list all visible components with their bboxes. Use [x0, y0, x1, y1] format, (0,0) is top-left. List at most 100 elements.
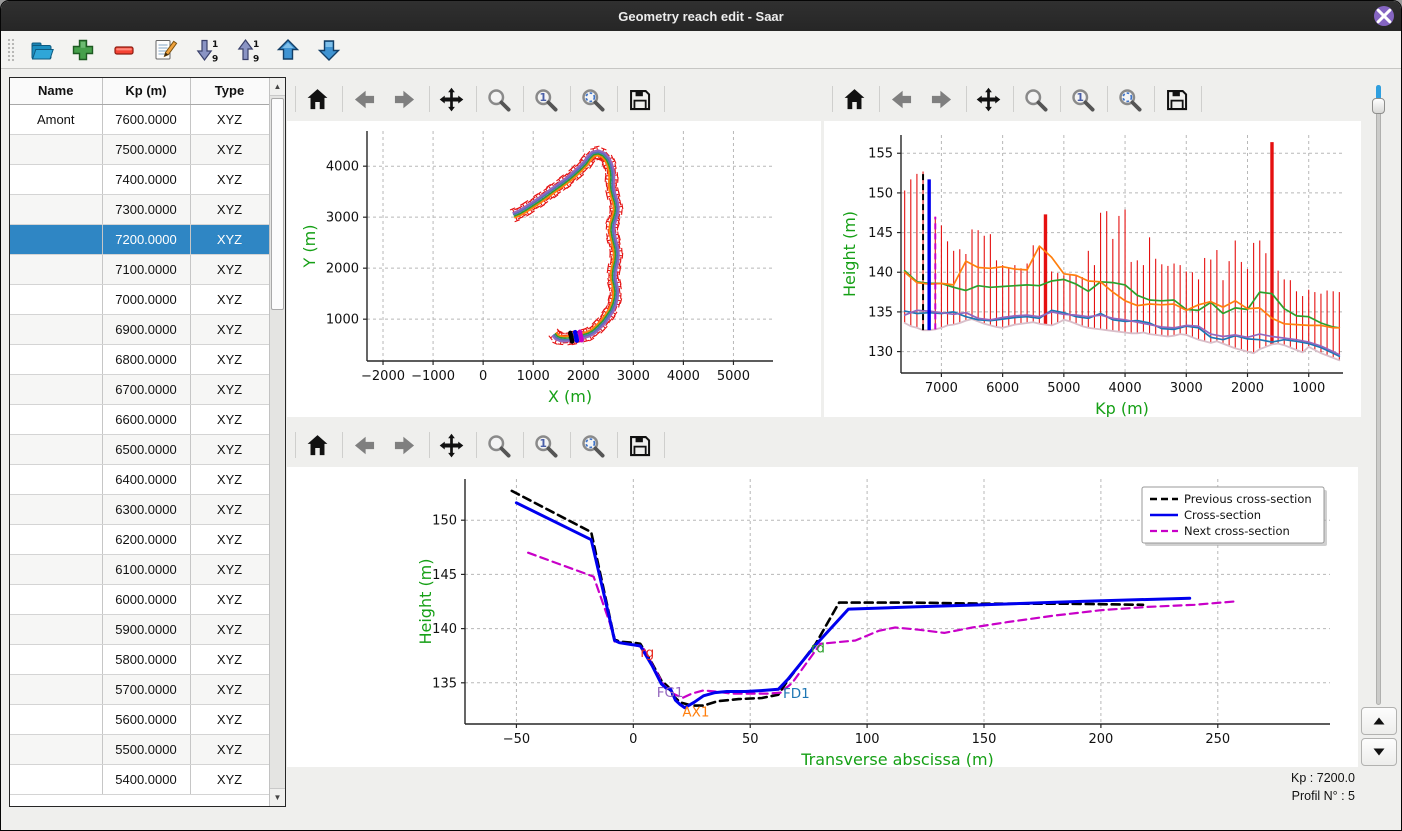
kp-cell[interactable]: 5700.0000 [102, 674, 190, 704]
type-cell[interactable]: XYZ [190, 704, 269, 734]
profile-up-button[interactable] [1361, 707, 1397, 735]
zoom-profile-button[interactable]: 1 [530, 82, 564, 116]
type-cell[interactable]: XYZ [190, 554, 269, 584]
name-cell[interactable] [10, 464, 102, 494]
zoom-region-button[interactable] [1114, 82, 1148, 116]
pan-button[interactable] [973, 82, 1007, 116]
profile-slider-track[interactable] [1376, 85, 1381, 705]
type-cell[interactable]: XYZ [190, 104, 269, 134]
sort-descending-button[interactable]: 19 [192, 35, 222, 65]
kp-cell[interactable]: 6900.0000 [102, 314, 190, 344]
kp-cell[interactable]: 7200.0000 [102, 224, 190, 254]
close-button[interactable] [1374, 6, 1394, 26]
table-row[interactable]: 7500.0000XYZ [10, 134, 269, 164]
table-row[interactable]: 6400.0000XYZ [10, 464, 269, 494]
column-header-type[interactable]: Type [190, 78, 269, 104]
table-row[interactable]: 5500.0000XYZ [10, 734, 269, 764]
table-row[interactable]: 7300.0000XYZ [10, 194, 269, 224]
type-cell[interactable]: XYZ [190, 464, 269, 494]
kp-cell[interactable]: 7300.0000 [102, 194, 190, 224]
profile-down-button[interactable] [1361, 738, 1397, 766]
type-cell[interactable]: XYZ [190, 524, 269, 554]
kp-cell[interactable]: 6400.0000 [102, 464, 190, 494]
name-cell[interactable] [10, 404, 102, 434]
zoom-button[interactable] [483, 82, 517, 116]
zoom-region-button[interactable] [577, 82, 611, 116]
kp-cell[interactable]: 5600.0000 [102, 704, 190, 734]
name-cell[interactable] [10, 314, 102, 344]
move-down-button[interactable] [315, 35, 345, 65]
name-cell[interactable] [10, 134, 102, 164]
kp-cell[interactable]: 6600.0000 [102, 404, 190, 434]
kp-cell[interactable]: 5400.0000 [102, 764, 190, 794]
kp-cell[interactable]: 7000.0000 [102, 284, 190, 314]
type-cell[interactable]: XYZ [190, 614, 269, 644]
delete-cross-section-button[interactable] [110, 35, 140, 65]
back-button[interactable] [349, 82, 383, 116]
type-cell[interactable]: XYZ [190, 374, 269, 404]
name-cell[interactable] [10, 674, 102, 704]
back-button[interactable] [886, 82, 920, 116]
table-row[interactable]: 7000.0000XYZ [10, 284, 269, 314]
zoom-button[interactable] [1020, 82, 1054, 116]
type-cell[interactable]: XYZ [190, 434, 269, 464]
move-up-button[interactable] [274, 35, 304, 65]
cross-section-plot-canvas[interactable]: −50050100150200250135140145150Transverse… [287, 467, 1358, 767]
name-cell[interactable] [10, 254, 102, 284]
name-cell[interactable] [10, 224, 102, 254]
type-cell[interactable]: XYZ [190, 224, 269, 254]
name-cell[interactable] [10, 644, 102, 674]
pan-button[interactable] [436, 82, 470, 116]
type-cell[interactable]: XYZ [190, 314, 269, 344]
name-cell[interactable] [10, 494, 102, 524]
plan-plot-canvas[interactable]: −2000−1000010002000300040005000100020003… [287, 121, 821, 417]
table-row[interactable]: 7200.0000XYZ [10, 224, 269, 254]
name-cell[interactable] [10, 584, 102, 614]
home-button[interactable] [839, 82, 873, 116]
kp-cell[interactable]: 7400.0000 [102, 164, 190, 194]
name-cell[interactable] [10, 524, 102, 554]
column-header-name[interactable]: Name [10, 78, 102, 104]
type-cell[interactable]: XYZ [190, 674, 269, 704]
name-cell[interactable]: Amont [10, 104, 102, 134]
forward-button[interactable] [926, 82, 960, 116]
kp-cell[interactable]: 5800.0000 [102, 644, 190, 674]
table-row[interactable]: 6900.0000XYZ [10, 314, 269, 344]
type-cell[interactable]: XYZ [190, 164, 269, 194]
home-button[interactable] [302, 82, 336, 116]
kp-cell[interactable]: 6300.0000 [102, 494, 190, 524]
add-cross-section-button[interactable] [69, 35, 99, 65]
kp-cell[interactable]: 6200.0000 [102, 524, 190, 554]
longitudinal-plot-canvas[interactable]: 7000600050004000300020001000130135140145… [824, 121, 1361, 417]
profile-slider[interactable] [1372, 85, 1386, 705]
type-cell[interactable]: XYZ [190, 134, 269, 164]
save-button[interactable] [624, 428, 658, 462]
table-row[interactable]: 5900.0000XYZ [10, 614, 269, 644]
name-cell[interactable] [10, 554, 102, 584]
zoom-region-button[interactable] [577, 428, 611, 462]
table-row[interactable]: 5600.0000XYZ [10, 704, 269, 734]
profile-slider-handle[interactable] [1372, 98, 1385, 114]
table-row[interactable]: 5700.0000XYZ [10, 674, 269, 704]
type-cell[interactable]: XYZ [190, 734, 269, 764]
name-cell[interactable] [10, 764, 102, 794]
kp-cell[interactable]: 7500.0000 [102, 134, 190, 164]
name-cell[interactable] [10, 434, 102, 464]
titlebar[interactable]: Geometry reach edit - Saar [1, 1, 1401, 31]
table-row[interactable]: 6200.0000XYZ [10, 524, 269, 554]
open-geometry-button[interactable] [28, 35, 58, 65]
kp-cell[interactable]: 6100.0000 [102, 554, 190, 584]
name-cell[interactable] [10, 734, 102, 764]
table-row[interactable]: 6000.0000XYZ [10, 584, 269, 614]
table-row[interactable]: 5400.0000XYZ [10, 764, 269, 794]
pan-button[interactable] [436, 428, 470, 462]
name-cell[interactable] [10, 614, 102, 644]
column-header-kp[interactable]: Kp (m) [102, 78, 190, 104]
type-cell[interactable]: XYZ [190, 644, 269, 674]
zoom-profile-button[interactable]: 1 [530, 428, 564, 462]
kp-cell[interactable]: 7100.0000 [102, 254, 190, 284]
kp-cell[interactable]: 6800.0000 [102, 344, 190, 374]
kp-cell[interactable]: 6500.0000 [102, 434, 190, 464]
table-row[interactable]: 5800.0000XYZ [10, 644, 269, 674]
edit-cross-section-button[interactable] [151, 35, 181, 65]
